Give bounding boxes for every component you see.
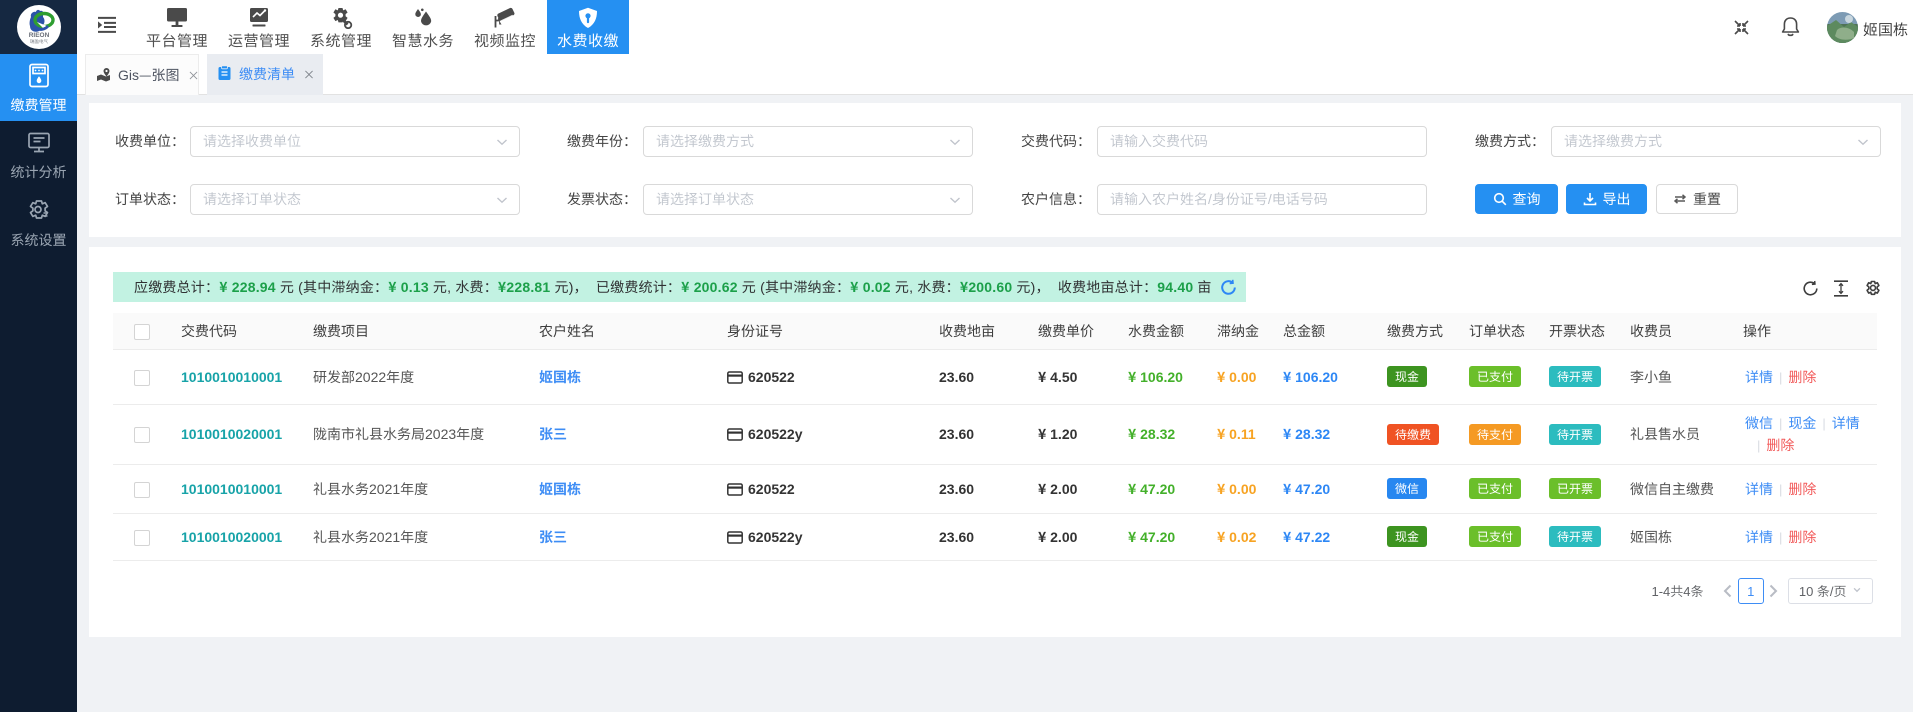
svg-text:RIEON: RIEON — [29, 32, 50, 39]
svg-text:瑞盈电气: 瑞盈电气 — [30, 39, 48, 45]
